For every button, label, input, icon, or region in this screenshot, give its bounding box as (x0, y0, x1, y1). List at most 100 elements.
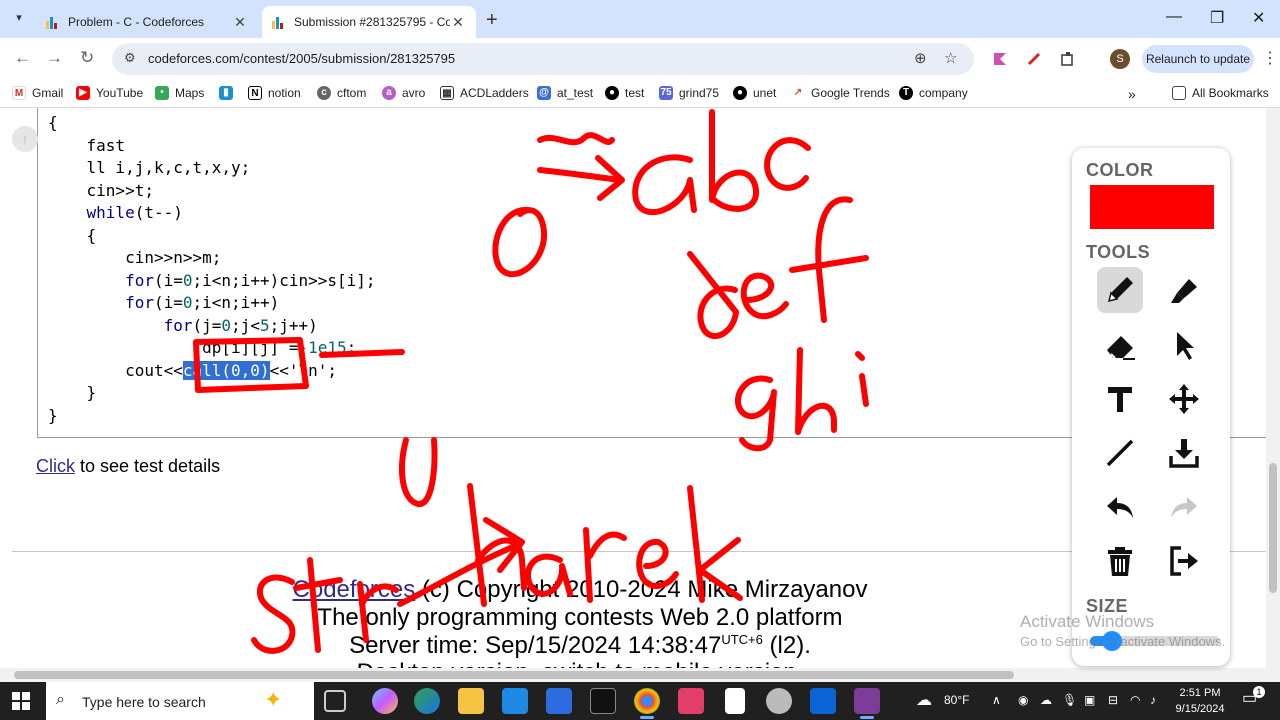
microphone-icon[interactable]: 🎙 (1062, 693, 1077, 707)
code-token: (j= (192, 315, 222, 335)
pen-icon[interactable] (1097, 267, 1143, 313)
bookmark-star-icon[interactable]: ☆ (944, 49, 957, 67)
extension-pen-icon[interactable] (1026, 51, 1042, 67)
weather-icon[interactable]: ☁ (916, 690, 932, 710)
close-tab-icon[interactable]: ✕ (232, 14, 248, 31)
test-details-link[interactable]: Click (36, 456, 75, 476)
address-bar[interactable]: ⚙ codeforces.com/contest/2005/submission… (112, 43, 974, 75)
code-line: for(j=0;j<5;j++) (48, 315, 376, 338)
tab-submission[interactable]: Submission #281325795 - Code ✕ (262, 6, 476, 38)
redo-icon[interactable] (1161, 484, 1207, 530)
extensions-puzzle-icon[interactable] (1060, 51, 1076, 67)
site-info-icon[interactable]: ⚙ (124, 50, 136, 66)
app-grid-icon[interactable] (678, 688, 704, 714)
exit-icon[interactable] (1161, 538, 1207, 584)
search-placeholder: Type here to search (82, 694, 206, 710)
undo-icon[interactable] (1097, 484, 1143, 530)
weather-temp[interactable]: 80°F (944, 693, 969, 707)
scroll-up-icon[interactable]: ↑ (12, 126, 38, 152)
file-explorer-icon[interactable] (458, 688, 484, 714)
bookmark-grind75[interactable]: 75 grind75 (659, 86, 719, 100)
copilot-icon[interactable] (372, 688, 398, 714)
eraser-icon[interactable] (1097, 322, 1143, 368)
all-bookmarks[interactable]: All Bookmarks (1172, 86, 1269, 100)
text-icon[interactable] (1097, 376, 1143, 422)
codeforces-link[interactable]: Codeforces (293, 576, 416, 603)
tray-chevron-icon[interactable]: ∧ (992, 693, 1001, 707)
minimize-icon[interactable]: — (1166, 8, 1182, 26)
reload-icon[interactable]: ↻ (80, 48, 94, 68)
trash-icon[interactable] (1097, 538, 1143, 584)
onedrive-icon[interactable]: ☁ (1040, 693, 1052, 707)
bookmark-label: YouTube (96, 86, 144, 100)
highlighter-icon[interactable] (1161, 267, 1207, 313)
bookmark-at-test[interactable]: @ at_test (537, 86, 593, 100)
relaunch-button[interactable]: Relaunch to update (1142, 45, 1254, 73)
trends-icon: ↗ (791, 86, 805, 100)
close-tab-icon[interactable]: ✕ (450, 14, 466, 31)
taskbar-clock[interactable]: 2:51 PM 9/15/2024 (1170, 685, 1230, 717)
more-bookmarks-icon[interactable]: » (1128, 86, 1136, 102)
bookmark-gmail[interactable]: M Gmail (12, 86, 63, 100)
edge-icon[interactable] (414, 688, 440, 714)
bookmark-company[interactable]: Tcompany (899, 86, 968, 100)
terminal-icon[interactable] (590, 688, 616, 714)
pointer-icon[interactable] (1161, 322, 1207, 368)
bookmark-unet[interactable]: ● unet (733, 86, 776, 100)
code-token: (i= (153, 270, 183, 290)
taskbar-search[interactable]: ⌕ Type here to search ✦ (46, 682, 314, 720)
footer-version-switch[interactable]: Desktop version, switch to mobile versio… (0, 659, 1160, 668)
maps-icon: • (155, 86, 169, 100)
move-icon[interactable] (1161, 376, 1207, 422)
volume-icon[interactable]: ♪ (1150, 693, 1156, 707)
camera-icon[interactable]: ▣ (1084, 693, 1095, 707)
network-icon[interactable]: ⊟ (1108, 693, 1118, 707)
mail-icon[interactable] (546, 688, 572, 714)
tools-header: TOOLS (1086, 242, 1151, 262)
extension-flag-icon[interactable] (992, 51, 1008, 67)
back-icon[interactable]: ← (14, 48, 31, 68)
vertical-scrollbar[interactable] (1266, 108, 1280, 682)
clock-app-icon[interactable] (766, 688, 792, 714)
restore-icon[interactable]: ❐ (1210, 8, 1224, 28)
task-view-icon[interactable] (324, 690, 346, 712)
outlook-icon[interactable] (810, 688, 836, 714)
bookmark-notion[interactable]: Nnotion (248, 86, 301, 100)
bookmark-youtube[interactable]: ▶ YouTube (76, 86, 143, 100)
tray-app-icon[interactable]: ◉ (1018, 693, 1028, 707)
bookmark-label: avro (402, 86, 426, 100)
wifi-icon[interactable]: ◠ (1130, 693, 1140, 707)
code-token: ;j++) (269, 315, 318, 335)
download-icon[interactable] (1161, 430, 1207, 476)
drawing-tools-panel: COLOR TOOLS SIZE (1072, 148, 1230, 666)
scrollbar-thumb[interactable] (1269, 463, 1277, 593)
b-app-icon[interactable] (725, 688, 745, 714)
tab-search-icon[interactable]: ▾ (10, 9, 28, 27)
bookmark-cftom[interactable]: c cftom (317, 86, 366, 100)
new-tab-icon[interactable]: + (486, 9, 498, 32)
pen-app-icon[interactable] (854, 688, 880, 719)
bookmark-bar-chart[interactable]: ▮ (219, 86, 239, 100)
chrome-icon[interactable] (634, 688, 660, 719)
color-swatch[interactable] (1090, 185, 1214, 229)
bookmark-test[interactable]: ● test (605, 86, 644, 100)
store-icon[interactable] (502, 688, 528, 714)
forward-icon[interactable]: → (46, 48, 63, 68)
menu-icon[interactable]: ⋮ (1262, 48, 1278, 68)
source-code: { fast ll i,j,k,c,t,x,y; cin>>t; while(t… (48, 112, 376, 427)
code-line: } (48, 382, 376, 405)
start-button-icon[interactable] (12, 692, 30, 710)
scrollbar-thumb[interactable] (14, 671, 1014, 679)
bookmark-acdladders[interactable]: ▦ ACDLadders (440, 86, 529, 100)
github-icon: ● (605, 86, 619, 100)
bookmark-google-trends[interactable]: ↗ Google Trends (791, 86, 890, 100)
window-close-icon[interactable]: ✕ (1252, 8, 1265, 28)
zoom-icon[interactable]: ⊕ (914, 49, 927, 67)
profile-avatar[interactable]: S (1110, 49, 1130, 69)
horizontal-scrollbar[interactable] (0, 668, 1266, 682)
bookmark-avro[interactable]: a avro (382, 86, 425, 100)
line-icon[interactable] (1097, 430, 1143, 476)
sparkle-icon: ✦ (264, 687, 283, 712)
tab-problem[interactable]: Problem - C - Codeforces ✕ (36, 6, 258, 38)
bookmark-maps[interactable]: • Maps (155, 86, 204, 100)
